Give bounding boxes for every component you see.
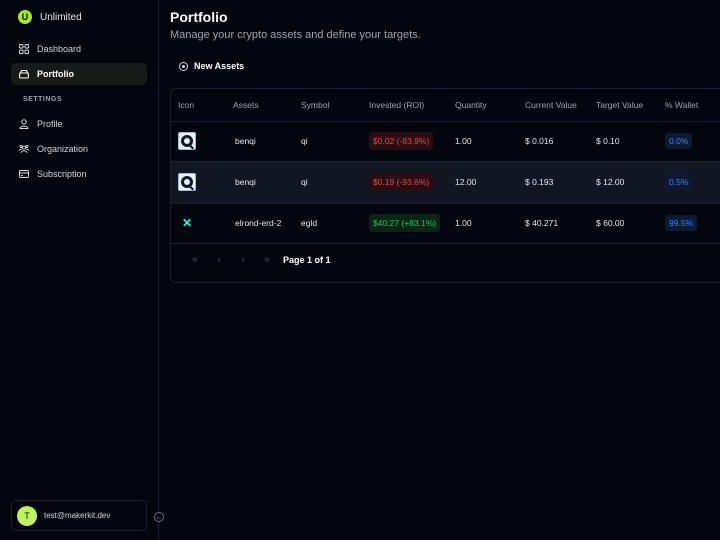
column-header-invested[interactable]: Invested (ROI) bbox=[369, 89, 455, 122]
main-content: Portfolio Manage your crypto assets and … bbox=[160, 0, 720, 540]
new-assets-button[interactable]: New Assets bbox=[179, 61, 244, 71]
target-value: $ 12.00 bbox=[596, 161, 665, 204]
settings-nav: SETTINGS Profile Organization Subscripti… bbox=[11, 96, 147, 188]
page-title: Portfolio bbox=[170, 9, 228, 25]
credit-card-icon bbox=[19, 169, 29, 179]
sidebar-item-portfolio[interactable]: Portfolio bbox=[11, 63, 147, 85]
assets-table: Icon Assets Symbol Invested (ROI) Quanti… bbox=[170, 88, 720, 283]
user-icon bbox=[19, 119, 29, 129]
settings-section-label: SETTINGS bbox=[23, 96, 63, 103]
page-subtitle: Manage your crypto assets and define you… bbox=[170, 29, 421, 41]
asset-quantity: 12.00 bbox=[455, 161, 525, 204]
sidebar: U Unlimited Dashboard Portfolio SETTINGS… bbox=[0, 0, 159, 540]
brand-name: Unlimited bbox=[40, 11, 82, 23]
column-header-quantity[interactable]: Quantity bbox=[455, 89, 525, 122]
sidebar-item-dashboard[interactable]: Dashboard bbox=[11, 38, 147, 60]
asset-symbol: egld bbox=[301, 203, 369, 244]
wallet-percent-badge: 0.5% bbox=[665, 174, 693, 190]
current-value: $ 0.016 bbox=[525, 121, 596, 162]
invested-roi-badge: $0.02 (-83.9%) bbox=[369, 132, 434, 150]
user-email: test@makerkit.dev bbox=[44, 511, 111, 520]
main-nav: Dashboard Portfolio bbox=[11, 38, 147, 88]
sidebar-item-profile[interactable]: Profile bbox=[11, 113, 147, 135]
asset-quantity: 1.00 bbox=[455, 121, 525, 162]
invested-roi-badge: $0.19 (-93.6%) bbox=[369, 173, 434, 191]
column-header-target-value[interactable]: Target Value bbox=[596, 89, 665, 122]
wallet-percent-badge: 99.5% bbox=[665, 215, 698, 231]
sidebar-item-organization[interactable]: Organization bbox=[11, 138, 147, 160]
column-header-symbol[interactable]: Symbol bbox=[301, 89, 369, 122]
first-page-button[interactable]: « bbox=[183, 254, 207, 265]
brand[interactable]: U Unlimited bbox=[18, 10, 82, 24]
asset-symbol: qi bbox=[301, 121, 369, 162]
asset-quantity: 1.00 bbox=[455, 203, 525, 244]
column-header-assets[interactable]: Assets bbox=[233, 89, 301, 122]
column-header-wallet[interactable]: % Wallet bbox=[665, 89, 720, 122]
invested-roi-badge: $40.27 (+83.1%) bbox=[369, 214, 441, 232]
sidebar-item-label: Dashboard bbox=[37, 44, 82, 54]
table-header-row: Icon Assets Symbol Invested (ROI) Quanti… bbox=[171, 89, 720, 122]
users-icon bbox=[19, 144, 29, 154]
sidebar-item-label: Organization bbox=[37, 144, 89, 154]
asset-name: benqi bbox=[233, 161, 301, 204]
sidebar-item-subscription[interactable]: Subscription bbox=[11, 163, 147, 185]
avatar: T bbox=[17, 505, 37, 526]
sidebar-item-label: Subscription bbox=[37, 169, 87, 179]
briefcase-icon bbox=[19, 69, 29, 79]
table-row[interactable]: ✕ elrond-erd-2 egld $40.27 (+83.1%) 1.00… bbox=[171, 203, 720, 244]
last-page-button[interactable]: » bbox=[255, 254, 279, 265]
benqi-logo-icon bbox=[178, 132, 196, 150]
pagination: « ‹ › » Page 1 of 1 bbox=[183, 254, 331, 265]
user-menu[interactable]: T test@makerkit.dev bbox=[11, 500, 147, 531]
table-row[interactable]: benqi qi $0.02 (-83.9%) 1.00 $ 0.016 $ 0… bbox=[171, 121, 720, 162]
grid-icon bbox=[19, 44, 29, 54]
asset-name: benqi bbox=[233, 121, 301, 162]
target-value: $ 0.10 bbox=[596, 121, 665, 162]
brand-logo: U bbox=[18, 10, 32, 24]
sidebar-item-label: Profile bbox=[37, 119, 63, 129]
prev-page-button[interactable]: ‹ bbox=[207, 254, 231, 265]
next-page-button[interactable]: › bbox=[231, 254, 255, 265]
page-indicator: Page 1 of 1 bbox=[283, 254, 331, 265]
target-value: $ 60.00 bbox=[596, 203, 665, 244]
egld-logo-icon: ✕ bbox=[181, 216, 193, 230]
benqi-logo-icon bbox=[178, 173, 196, 191]
wallet-percent-badge: 0.0% bbox=[665, 133, 693, 149]
current-value: $ 0.193 bbox=[525, 161, 596, 204]
column-header-icon[interactable]: Icon bbox=[171, 89, 233, 122]
current-value: $ 40.271 bbox=[525, 203, 596, 244]
new-assets-label: New Assets bbox=[194, 61, 245, 71]
asset-name: elrond-erd-2 bbox=[233, 203, 301, 244]
table-row[interactable]: benqi qi $0.19 (-93.6%) 12.00 $ 0.193 $ … bbox=[171, 161, 720, 204]
asset-symbol: qi bbox=[301, 161, 369, 204]
column-header-current-value[interactable]: Current Value bbox=[525, 89, 596, 122]
plus-circle-icon bbox=[179, 61, 188, 71]
sidebar-item-label: Portfolio bbox=[37, 69, 74, 79]
